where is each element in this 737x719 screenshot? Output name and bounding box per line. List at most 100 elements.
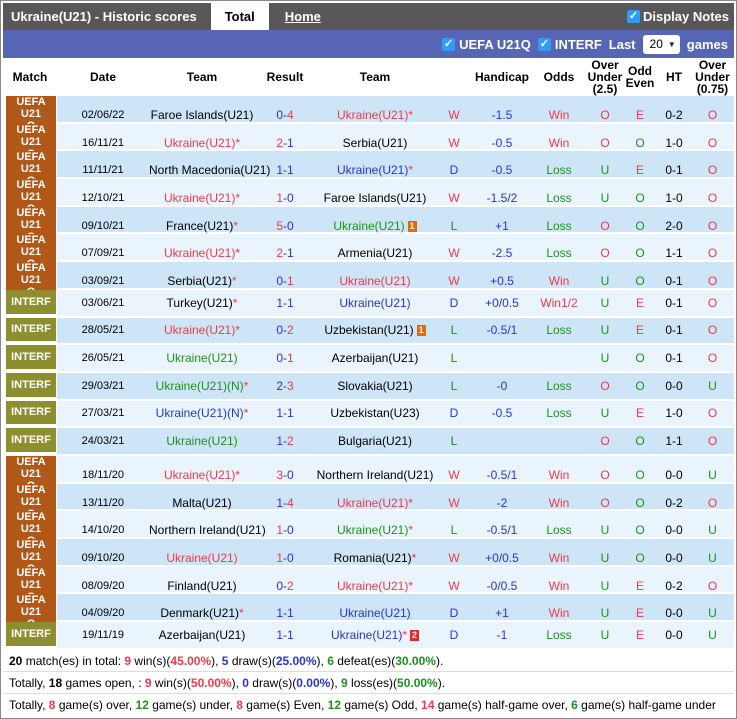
team-name: Ukraine(U21) xyxy=(336,495,409,510)
team-name: Uzbekistan(U21) xyxy=(324,323,414,338)
result-letter-cell: W xyxy=(435,551,473,565)
result-letter-cell: D xyxy=(435,406,473,420)
col-ht: HT xyxy=(666,70,682,84)
away-score: 1 xyxy=(287,606,294,621)
over-under-25-cell: O xyxy=(587,434,623,448)
score-cell: 1-0 xyxy=(255,191,315,205)
competition-badge: INTERF xyxy=(6,372,56,397)
competition-badge: INTERF xyxy=(6,428,56,452)
summary-segment: game(s) under, xyxy=(148,697,237,712)
match-row: INTERF 27/03/21 Ukraine(U21)(N)* 1-1 Uzbekis… xyxy=(3,400,734,429)
ht-cell: 0-1 xyxy=(665,274,683,289)
summary-segment: 0.00% xyxy=(296,675,331,690)
handicap-cell: -1.5/2 xyxy=(473,191,531,205)
team-name: Bulgaria(U21) xyxy=(337,434,413,449)
odd-even-cell: O xyxy=(623,219,657,233)
away-team-cell: Ukraine(U21)* xyxy=(315,523,435,537)
over-under-25-cell: O xyxy=(587,136,623,150)
match-row: UEFA U21Q07/09/21Ukraine(U21)*2-1Armenia… xyxy=(3,234,734,273)
ht-cell: 0-0 xyxy=(665,606,683,621)
home-score: 1 xyxy=(276,523,283,538)
result-letter-cell: D xyxy=(435,163,473,177)
odd-even-cell: O xyxy=(623,523,657,537)
over-under-25-cell: O xyxy=(587,496,623,510)
home-team-cell: France(U21)* xyxy=(149,219,255,233)
home-team-cell: Ukraine(U21)* xyxy=(149,246,255,260)
result-letter-cell: W xyxy=(435,274,473,288)
over-under-25-cell: O xyxy=(587,468,623,482)
date-cell: 13/11/20 xyxy=(81,496,124,509)
home-score: 0 xyxy=(276,578,283,593)
display-notes: ✓ Display Notes xyxy=(627,9,734,24)
team-name: Ukraine(U21) xyxy=(166,434,238,449)
summary-segment: game(s) over, xyxy=(55,697,136,712)
ht-cell: 0-2 xyxy=(665,108,683,122)
away-score: 0 xyxy=(287,523,294,538)
summary-segment: 45.00% xyxy=(170,653,212,668)
over-under-075-value: O xyxy=(707,323,718,338)
over-under-075-cell: O xyxy=(691,191,734,205)
tab-total[interactable]: Total xyxy=(210,3,269,30)
summary-segment: Totally, xyxy=(9,675,49,690)
over-under-25-value: O xyxy=(600,434,610,449)
ht-cell: 1-0 xyxy=(665,135,683,150)
over-under-25-value: U xyxy=(600,323,610,338)
star-mark: * xyxy=(408,163,414,178)
odd-even-value: E xyxy=(635,406,644,421)
over-under-075-cell: O xyxy=(691,434,734,448)
handicap-cell: -0.5/1 xyxy=(473,523,531,537)
odd-even-cell: E xyxy=(623,406,657,420)
away-team-cell: Ukraine(U21)* xyxy=(315,163,435,177)
date-cell: 04/09/20 xyxy=(81,607,125,620)
summary: 20 match(es) in total: 9 win(s)(45.00%),… xyxy=(3,649,734,716)
handicap-value: -1.5/2 xyxy=(486,191,518,206)
over-under-075-value: O xyxy=(707,295,718,310)
home-score: 1 xyxy=(276,627,283,642)
odds-value: Loss xyxy=(546,378,572,393)
over-under-25-value: U xyxy=(600,191,610,206)
star-mark: * xyxy=(411,551,417,565)
team-name: Ukraine(U21) xyxy=(336,108,409,122)
home-team-cell: Ukraine(U21)* xyxy=(149,323,255,337)
home-score: 5 xyxy=(276,218,283,233)
uefa-checkbox[interactable]: ✓ xyxy=(442,37,456,51)
home-team-cell: Ukraine(U21) xyxy=(149,434,255,448)
away-team-cell: Slovakia(U21) xyxy=(315,379,435,393)
over-under-25-value: U xyxy=(600,606,610,621)
interf-checkbox-label: INTERF xyxy=(554,36,602,52)
interf-checkbox[interactable]: ✓ xyxy=(537,37,551,51)
handicap-cell: -0/0.5 xyxy=(473,579,531,593)
over-under-25-cell: U xyxy=(587,296,623,310)
over-under-075-cell: U xyxy=(691,628,734,642)
result-letter-cell: L xyxy=(435,523,473,537)
games-count-select[interactable]: 20 ▼ xyxy=(642,34,680,54)
away-team-cell: Ukraine(U21)* xyxy=(315,496,435,510)
over-under-075-cell: O xyxy=(691,274,734,288)
home-score: 0 xyxy=(276,108,283,122)
result-letter: L xyxy=(450,378,458,393)
away-team-cell: Romania(U21)* xyxy=(315,551,435,565)
competition-cell: INTERF xyxy=(3,372,57,399)
display-notes-checkbox[interactable]: ✓ xyxy=(627,10,641,23)
result-letter: L xyxy=(450,351,458,366)
score-cell: 3-0 xyxy=(255,468,315,482)
home-team-cell: Ukraine(U21) xyxy=(149,551,255,565)
team-name: Ukraine(U21) xyxy=(166,351,238,366)
home-team-cell: Ukraine(U21)* xyxy=(149,136,255,150)
odd-even-value: E xyxy=(635,578,644,593)
home-score: 2 xyxy=(276,246,283,261)
home-team-cell: Ukraine(U21)(N)* xyxy=(149,379,255,393)
home-team-cell: Denmark(U21)* xyxy=(149,606,255,620)
summary-segment: defeat(es)( xyxy=(333,653,396,668)
date-cell: 02/06/22 xyxy=(81,109,125,121)
match-row: INTERF 19/11/19 Azerbaijan(U21) 1-1 Ukraine(… xyxy=(3,622,734,650)
tab-home[interactable]: Home xyxy=(285,3,321,30)
home-score: 1 xyxy=(276,495,283,510)
handicap-value: -0.5/1 xyxy=(486,323,518,338)
score-cell: 0-2 xyxy=(255,323,315,337)
team-name: Ukraine(U21)(N) xyxy=(155,406,244,421)
filter-interf: ✓ INTERF xyxy=(537,36,602,52)
handicap-cell: -0.5/1 xyxy=(473,468,531,482)
away-score: 1 xyxy=(287,274,294,289)
over-under-25-value: U xyxy=(600,295,610,310)
